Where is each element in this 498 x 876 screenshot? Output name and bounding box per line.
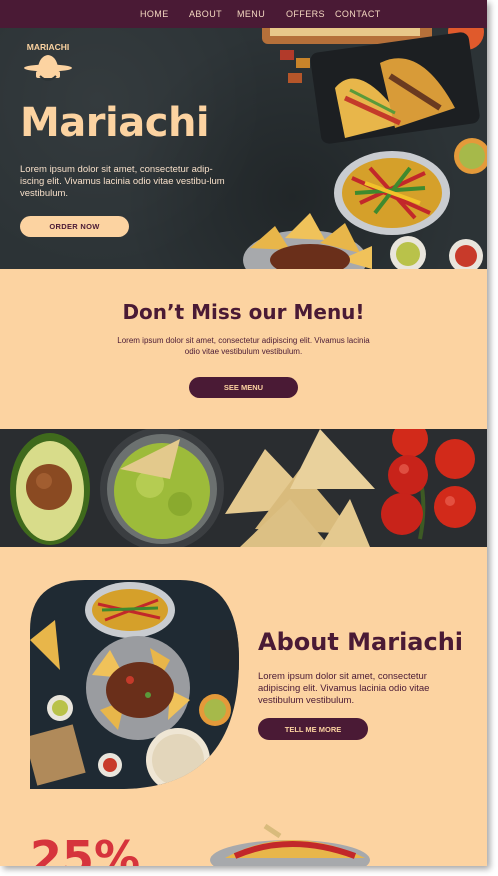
hero-text: Lorem ipsum dolor sit amet, consectetur … — [20, 164, 225, 199]
nav-menu[interactable]: MENU — [237, 9, 265, 19]
promo-percentage: 25% — [30, 831, 141, 866]
menu-title: Don’t Miss our Menu! — [122, 300, 365, 324]
tell-me-more-button[interactable]: TELL ME MORE — [258, 718, 368, 740]
about-image — [30, 580, 239, 789]
nav-home[interactable]: HOME — [140, 9, 169, 19]
hero-section: MARIACHI Mariachi Lorem ipsum dolor sit … — [0, 28, 487, 269]
menu-text: Lorem ipsum dolor sit amet, consectetur … — [117, 336, 370, 356]
see-menu-button[interactable]: SEE MENU — [189, 377, 298, 398]
landing-page: HOME ABOUT MENU OFFERS CONTACT MARIACHI … — [0, 0, 487, 866]
top-nav: HOME ABOUT MENU OFFERS CONTACT — [0, 0, 487, 28]
about-text: Lorem ipsum dolor sit amet, consectetur … — [258, 671, 430, 706]
food-strip-image — [10, 429, 476, 547]
order-now-button[interactable]: ORDER NOW — [20, 216, 129, 237]
nav-offers[interactable]: OFFERS — [286, 9, 325, 19]
hero-title: Mariachi — [20, 100, 210, 146]
promo-food-image — [210, 823, 370, 866]
nav-contact[interactable]: CONTACT — [335, 9, 381, 19]
logo-text: MARIACHI — [27, 42, 70, 52]
about-title: About Mariachi — [258, 628, 464, 656]
nav-about[interactable]: ABOUT — [189, 9, 222, 19]
food-strip — [0, 429, 487, 547]
mariachi-logo: MARIACHI — [24, 42, 72, 81]
